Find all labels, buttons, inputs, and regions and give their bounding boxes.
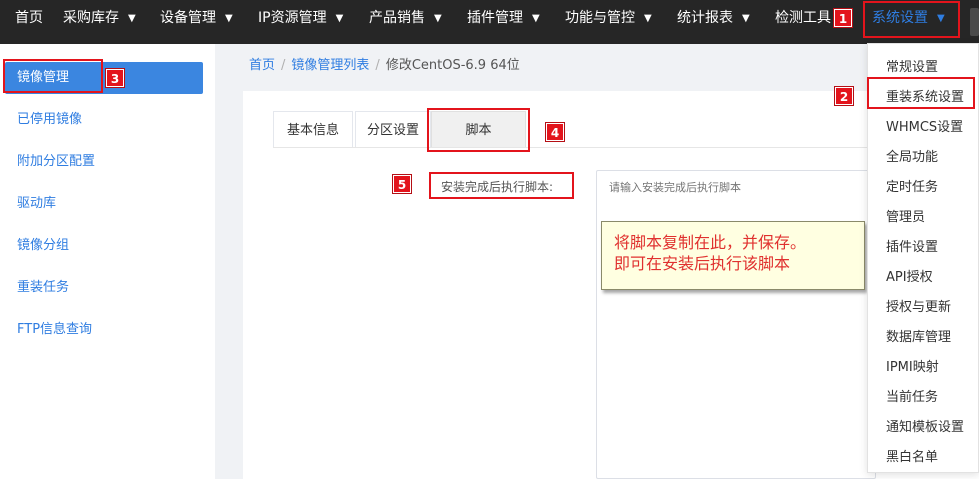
menu-item-api-auth[interactable]: API授权 — [886, 266, 933, 285]
nav-item-features-control[interactable]: 功能与管控 ▼ — [565, 0, 652, 36]
note-line-1: 将脚本复制在此，并保存。 — [614, 233, 807, 252]
menu-item-general-settings[interactable]: 常规设置 — [886, 56, 938, 75]
chevron-down-icon: ▼ — [335, 13, 344, 24]
note-line-2: 即可在安装后执行该脚本 — [614, 254, 791, 273]
sidebar-item-label: 重装任务 — [17, 280, 70, 295]
chevron-down-icon: ▼ — [128, 13, 136, 24]
nav-item-device-management[interactable]: 设备管理 ▼ — [160, 0, 233, 36]
sidebar-item-ftp-query[interactable]: FTP信息查询 — [5, 314, 203, 346]
tab-divider — [273, 147, 873, 148]
menu-item-blacklist-whitelist[interactable]: 黑白名单 — [886, 446, 938, 465]
script-textarea[interactable] — [596, 170, 876, 479]
nav-item-detect-tools[interactable]: 检测工具 — [775, 0, 831, 36]
sidebar-item-driver-library[interactable]: 驱动库 — [5, 188, 203, 220]
nav-item-label: 统计报表 — [677, 10, 733, 26]
nav-item-plugin-management[interactable]: 插件管理 ▼ — [467, 0, 540, 36]
sidebar-item-label: 附加分区配置 — [17, 154, 96, 169]
highlight-image-management — [3, 59, 103, 93]
chevron-down-icon: ▼ — [644, 13, 652, 24]
nav-item-statistics[interactable]: 统计报表 ▼ — [677, 0, 750, 36]
menu-item-plugin-settings[interactable]: 插件设置 — [886, 236, 938, 255]
breadcrumb-image-list[interactable]: 镜像管理列表 — [291, 58, 369, 73]
annotation-badge-1: 1 — [834, 9, 852, 27]
sidebar-item-label: FTP信息查询 — [17, 322, 93, 337]
sidebar-item-reinstall-tasks[interactable]: 重装任务 — [5, 272, 203, 304]
sidebar-item-label: 驱动库 — [17, 196, 57, 211]
menu-item-license-update[interactable]: 授权与更新 — [886, 296, 951, 315]
breadcrumb-separator: / — [281, 58, 286, 73]
menu-item-administrators[interactable]: 管理员 — [886, 206, 925, 225]
nav-item-label: 采购库存 — [63, 10, 119, 26]
chevron-down-icon: ▼ — [434, 13, 442, 24]
nav-item-ip-resources[interactable]: IP资源管理 ▼ — [258, 0, 343, 36]
highlight-script-tab — [427, 108, 530, 152]
tab-partition-settings[interactable]: 分区设置 — [355, 111, 431, 148]
chevron-down-icon: ▼ — [532, 13, 540, 24]
menu-item-notification-templates[interactable]: 通知模板设置 — [886, 416, 964, 435]
breadcrumb-current: 修改CentOS-6.9 64位 — [385, 58, 520, 73]
breadcrumb-home[interactable]: 首页 — [249, 58, 275, 73]
nav-overflow-edge — [970, 8, 979, 36]
nav-item-product-sales[interactable]: 产品销售 ▼ — [369, 0, 442, 36]
sidebar-item-image-groups[interactable]: 镜像分组 — [5, 230, 203, 262]
nav-item-home[interactable]: 首页 — [15, 0, 43, 36]
menu-item-global-features[interactable]: 全局功能 — [886, 146, 938, 165]
nav-item-label: 功能与管控 — [565, 10, 635, 26]
annotation-badge-5: 5 — [393, 175, 411, 193]
highlight-reinstall-settings — [867, 77, 975, 109]
nav-item-label: 首页 — [15, 10, 43, 26]
annotation-badge-4: 4 — [546, 123, 564, 141]
menu-item-current-tasks[interactable]: 当前任务 — [886, 386, 938, 405]
chevron-down-icon: ▼ — [225, 13, 233, 24]
annotation-badge-2: 2 — [835, 87, 853, 105]
highlight-system-settings — [863, 1, 960, 38]
sidebar: 镜像管理 已停用镜像 附加分区配置 驱动库 镜像分组 重装任务 FTP信息查询 — [0, 44, 215, 479]
nav-item-label: 设备管理 — [160, 10, 216, 26]
annotation-badge-3: 3 — [106, 69, 124, 87]
sidebar-item-disabled-images[interactable]: 已停用镜像 — [5, 104, 203, 136]
tab-label: 基本信息 — [286, 123, 339, 138]
menu-item-ipmi-mapping[interactable]: IPMI映射 — [886, 356, 939, 375]
breadcrumb-separator: / — [375, 58, 380, 73]
menu-item-scheduled-tasks[interactable]: 定时任务 — [886, 176, 938, 195]
chevron-down-icon: ▼ — [742, 13, 750, 24]
nav-item-label: 检测工具 — [775, 10, 831, 26]
sidebar-item-label: 镜像分组 — [17, 238, 70, 253]
tab-basic-info[interactable]: 基本信息 — [273, 111, 353, 148]
nav-item-label: IP资源管理 — [258, 10, 327, 26]
highlight-script-label — [429, 172, 574, 199]
top-navbar: 首页 采购库存 ▼ 设备管理 ▼ IP资源管理 ▼ 产品销售 ▼ 插件管理 ▼ 功能与管控… — [0, 0, 979, 44]
breadcrumb: 首页 / 镜像管理列表 / 修改CentOS-6.9 64位 — [249, 57, 520, 75]
menu-item-database-management[interactable]: 数据库管理 — [886, 326, 951, 345]
menu-item-whmcs-settings[interactable]: WHMCS设置 — [886, 116, 963, 135]
sidebar-item-extra-partition[interactable]: 附加分区配置 — [5, 146, 203, 178]
sidebar-item-label: 已停用镜像 — [17, 112, 83, 127]
nav-item-purchase-stock[interactable]: 采购库存 ▼ — [63, 0, 136, 36]
nav-item-label: 产品销售 — [369, 10, 425, 26]
instruction-note: 将脚本复制在此，并保存。 即可在安装后执行该脚本 — [601, 221, 865, 290]
tab-label: 分区设置 — [366, 123, 419, 138]
nav-item-label: 插件管理 — [467, 10, 523, 26]
